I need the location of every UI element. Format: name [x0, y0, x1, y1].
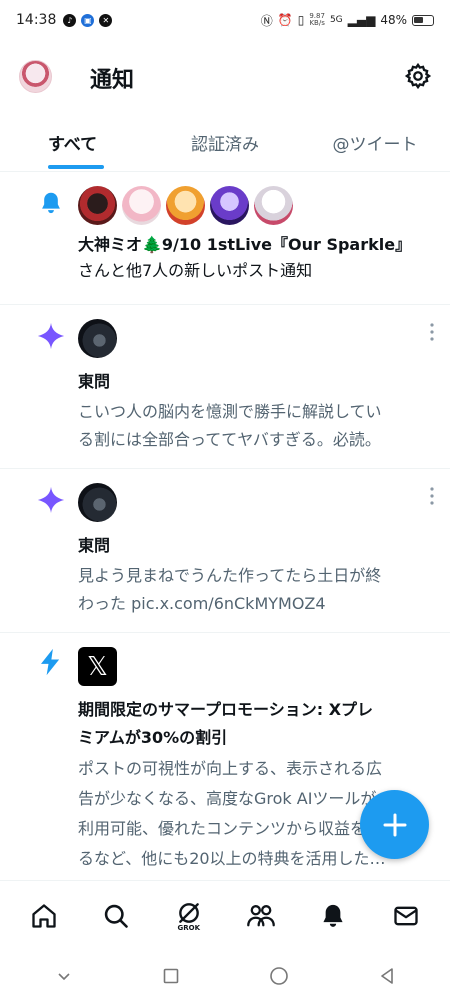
app-icon: ▣ — [81, 13, 95, 27]
notification-text: さんと他7人の新しいポスト通知 — [78, 261, 313, 280]
mail-icon — [394, 906, 418, 925]
header: 通知 — [0, 52, 450, 108]
nav-home[interactable] — [24, 896, 64, 936]
recents-icon[interactable] — [161, 966, 181, 986]
notification-feed: 大神ミオ🌲9/10 1stLive『Our Sparkle』 さんと他7人の新し… — [0, 172, 450, 880]
notification-item[interactable]: 大神ミオ🌲9/10 1stLive『Our Sparkle』 さんと他7人の新し… — [0, 172, 450, 305]
tab-bar: すべて 認証済み @ツイート — [0, 118, 450, 172]
grok-icon — [178, 902, 199, 923]
system-nav-bar — [0, 952, 450, 1000]
page-title: 通知 — [90, 68, 135, 93]
nav-grok[interactable]: GROK — [169, 896, 209, 936]
status-time: 14:38 — [16, 12, 57, 28]
x-app-icon: ✕ — [99, 13, 113, 27]
notification-text-line: る割には全部合っててヤバすぎる。必読。 — [78, 430, 381, 449]
lightning-icon — [41, 648, 60, 676]
sparkle-icon — [37, 322, 65, 350]
notification-text-line: わった pic.x.com/6nCkMYMOZ4 — [78, 594, 326, 613]
chevron-down-icon[interactable] — [54, 966, 74, 986]
x-logo-icon[interactable]: 𝕏 — [78, 647, 117, 686]
home-circle-icon[interactable] — [268, 965, 290, 987]
avatar-row — [78, 172, 432, 225]
avatar[interactable] — [166, 186, 205, 225]
nav-search[interactable] — [96, 896, 136, 936]
status-bar: 14:38 ♪ ▣ ✕ Ⓝ ⏰ ▯ 9.87 KB/s 5G ▂▄▆ 48% — [0, 0, 450, 40]
sparkle-icon — [37, 486, 65, 514]
bell-icon — [323, 904, 344, 927]
plus-icon — [383, 813, 406, 836]
avatar[interactable] — [78, 186, 117, 225]
nfc-icon: Ⓝ — [260, 13, 273, 28]
search-icon — [105, 904, 129, 928]
gear-icon[interactable] — [404, 62, 432, 90]
battery-icon — [412, 14, 434, 26]
notification-text-line: ポストの可視性が向上する、表示される広 — [78, 759, 383, 778]
compose-button[interactable] — [360, 790, 429, 859]
avatar[interactable] — [78, 319, 117, 358]
tab-all[interactable]: すべて — [0, 118, 150, 171]
bell-icon — [42, 192, 60, 214]
notification-author: 東問 — [78, 536, 111, 555]
promo-title-line: 期間限定のサマープロモーション: Xプレ — [78, 700, 374, 719]
avatar[interactable] — [254, 186, 293, 225]
nav-notifications[interactable] — [313, 896, 353, 936]
notification-text-line: こいつ人の脳内を憶測で勝手に解説してい — [78, 402, 382, 421]
vibrate-icon: ▯ — [297, 13, 305, 27]
signal-icon: ▂▄▆ — [347, 13, 376, 27]
notification-text-line: 見よう見まねでうんた作ってたら土日が終 — [78, 566, 382, 585]
avatar[interactable] — [122, 186, 161, 225]
net-speed: 9.87 KB/s — [309, 12, 325, 27]
nav-communities[interactable] — [241, 896, 281, 936]
signal-type: 5G — [329, 15, 343, 25]
notification-item[interactable]: 東問 こいつ人の脳内を憶測で勝手に解説してい る割には全部合っててヤバすぎる。必… — [0, 305, 450, 469]
home-icon — [32, 903, 56, 928]
promo-title-line: ミアムが30%の割引 — [78, 728, 228, 747]
tab-verified[interactable]: 認証済み — [150, 118, 300, 171]
more-options-icon[interactable] — [430, 323, 434, 341]
communities-icon — [247, 904, 275, 926]
more-options-icon[interactable] — [430, 487, 434, 505]
profile-avatar[interactable] — [19, 60, 52, 93]
battery-text: 48% — [380, 13, 407, 27]
notification-item[interactable]: 東問 見よう見まねでうんた作ってたら土日が終 わった pic.x.com/6nC… — [0, 469, 450, 633]
alarm-icon: ⏰ — [277, 13, 293, 27]
notification-title: 大神ミオ🌲9/10 1stLive『Our Sparkle』 — [78, 235, 412, 254]
notification-author: 東問 — [78, 372, 111, 391]
back-icon[interactable] — [377, 966, 397, 986]
nav-messages[interactable] — [386, 896, 426, 936]
bottom-nav: GROK — [0, 880, 450, 950]
avatar[interactable] — [78, 483, 117, 522]
grok-label: GROK — [177, 923, 201, 932]
tab-mentions[interactable]: @ツイート — [300, 118, 450, 171]
avatar[interactable] — [210, 186, 249, 225]
tiktok-icon: ♪ — [63, 13, 77, 27]
